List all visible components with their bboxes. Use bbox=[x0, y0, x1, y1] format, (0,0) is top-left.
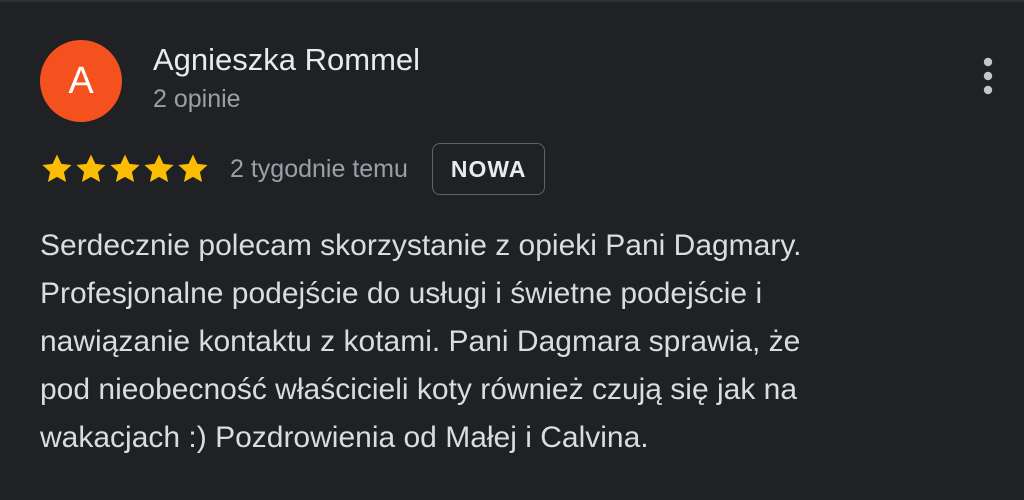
rating-row: 2 tygodnie temu NOWA bbox=[40, 142, 546, 196]
star-filled-icon bbox=[76, 154, 106, 183]
star-filled-icon bbox=[178, 154, 208, 183]
author-name[interactable]: Agnieszka Rommel bbox=[153, 40, 420, 80]
star-filled-icon bbox=[144, 154, 174, 183]
star-filled-icon bbox=[110, 154, 140, 183]
divider bbox=[0, 0, 1024, 2]
more-options-button[interactable] bbox=[972, 54, 1004, 98]
avatar[interactable]: A bbox=[40, 40, 122, 122]
more-vert-icon bbox=[983, 57, 993, 95]
avatar-initial: A bbox=[68, 60, 94, 102]
review-text: Serdecznie polecam skorzystanie z opieki… bbox=[40, 222, 980, 462]
review-text-line: Profesjonalne podejście do usługi i świe… bbox=[40, 277, 763, 310]
review-date: 2 tygodnie temu bbox=[230, 155, 408, 183]
review-text-line: Serdecznie polecam skorzystanie z opieki… bbox=[40, 229, 802, 262]
author-review-count: 2 opinie bbox=[153, 85, 241, 113]
new-badge: NOWA bbox=[431, 143, 546, 195]
star-rating bbox=[40, 152, 210, 186]
review-text-line: nawiązanie kontaktu z kotami. Pani Dagma… bbox=[40, 325, 801, 358]
review-text-line: wakacjach :) Pozdrowienia od Małej i Cal… bbox=[40, 421, 649, 454]
star-filled-icon bbox=[42, 154, 72, 183]
review-text-line: pod nieobecność właścicieli koty również… bbox=[40, 373, 798, 406]
review-card: A Agnieszka Rommel 2 opinie 2 tygodnie t… bbox=[0, 0, 1024, 500]
